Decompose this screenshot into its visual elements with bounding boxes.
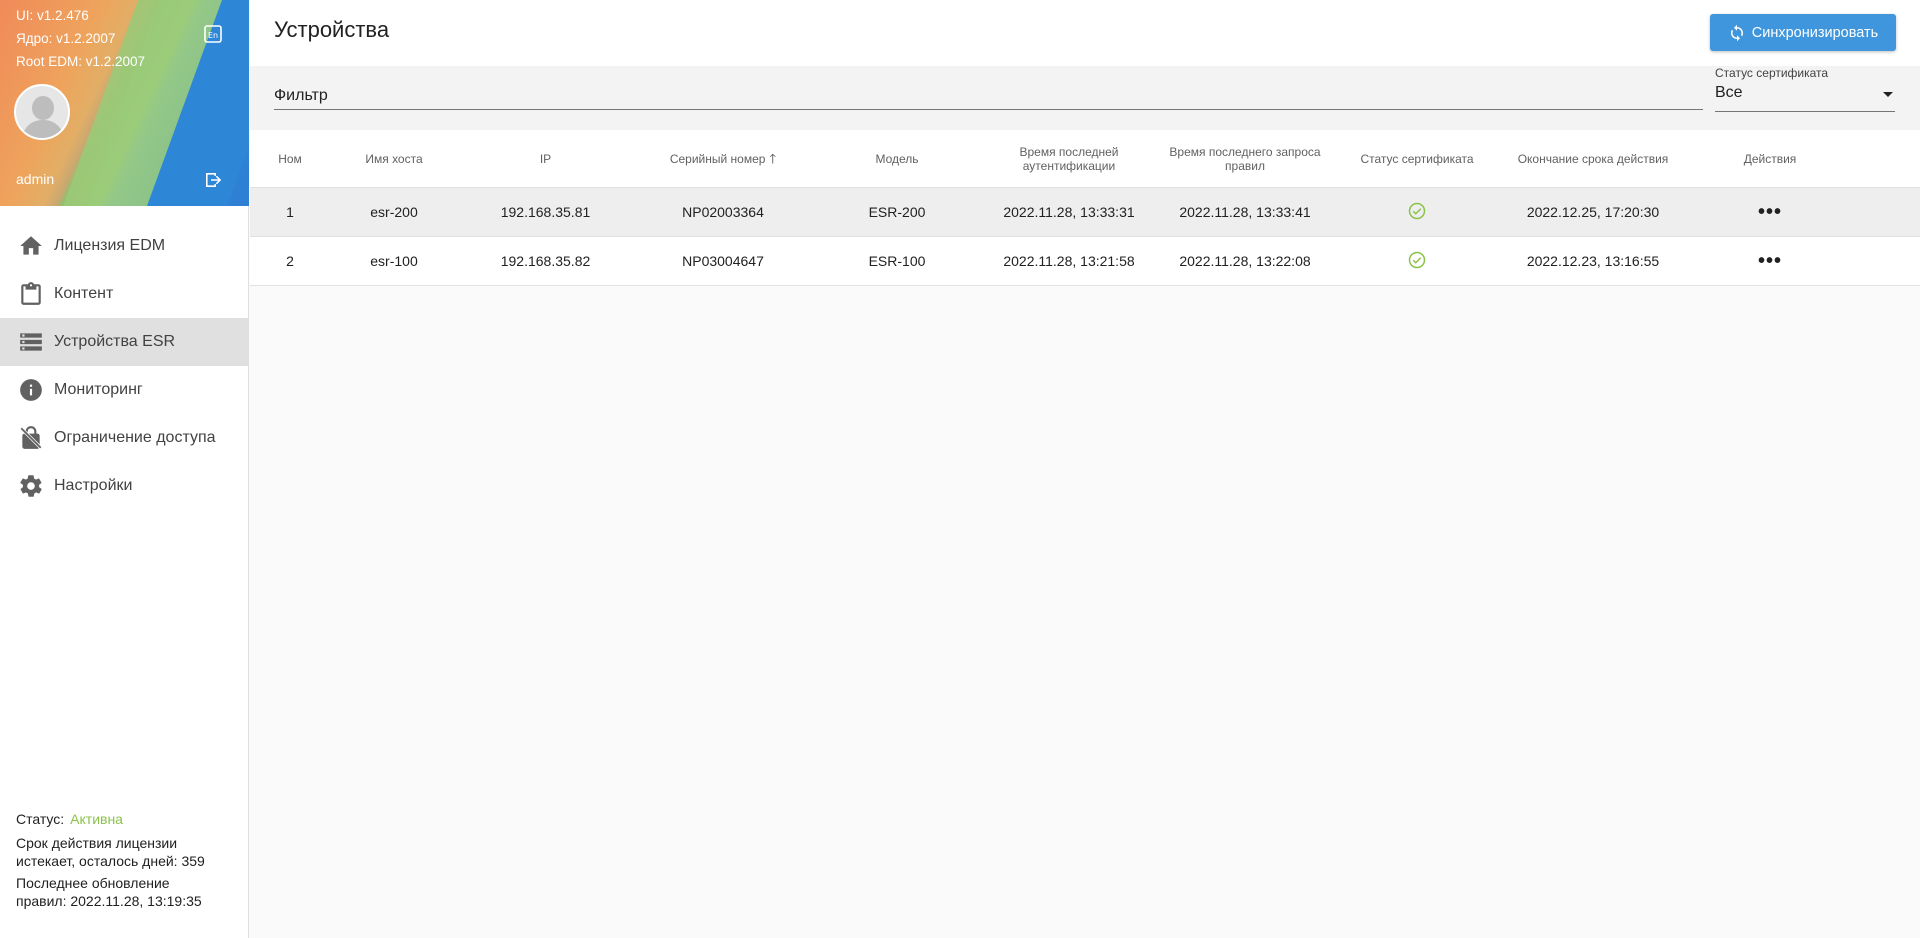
sync-button-label: Синхронизировать bbox=[1751, 24, 1879, 41]
version-info: UI: v1.2.476 Ядро: v1.2.2007 Root EDM: v… bbox=[16, 4, 145, 73]
sync-button[interactable]: Синхронизировать bbox=[1710, 14, 1896, 51]
cell-serial: NP03004647 bbox=[682, 253, 764, 269]
status-label: Статус: bbox=[16, 811, 65, 827]
license-expiry-line1: Срок действия лицензии bbox=[16, 835, 178, 851]
gear-icon bbox=[18, 473, 44, 499]
cell-last-auth: 2022.11.28, 13:33:31 bbox=[1003, 204, 1135, 220]
chevron-down-icon bbox=[1883, 92, 1893, 97]
sidebar-item-monitoring[interactable]: Мониторинг bbox=[0, 366, 249, 414]
cell-serial: NP02003364 bbox=[682, 204, 764, 220]
cell-ip: 192.168.35.82 bbox=[500, 253, 591, 269]
sidebar-item-content[interactable]: Контент bbox=[0, 270, 249, 318]
column-header-actions: Действия bbox=[1743, 151, 1797, 166]
column-header-serial-label: Серийный номер bbox=[669, 151, 766, 166]
sidebar-header: UI: v1.2.476 Ядро: v1.2.2007 Root EDM: v… bbox=[0, 0, 249, 206]
column-header-last-auth-line2: аутентификации bbox=[1022, 158, 1116, 173]
language-icon[interactable]: En bbox=[203, 24, 223, 44]
table-row[interactable]: 1 esr-200 192.168.35.81 NP02003364 ESR-2… bbox=[250, 188, 1920, 237]
column-header-last-auth-line1: Время последней bbox=[1019, 144, 1119, 159]
status-badge: Активна bbox=[70, 811, 123, 827]
column-header-last-rules[interactable]: Время последнего запроса правил bbox=[1157, 130, 1333, 187]
column-header-expiry[interactable]: Окончание срока действия bbox=[1501, 130, 1685, 187]
sidebar-item-label: Настройки bbox=[54, 477, 133, 494]
column-header-last-rules-line1: Время последнего запроса bbox=[1169, 144, 1321, 159]
cell-cert-status bbox=[1333, 237, 1501, 285]
column-header-ip[interactable]: IP bbox=[458, 130, 633, 187]
sort-ascending-icon: 🡑 bbox=[769, 150, 777, 166]
more-actions-button[interactable]: ••• bbox=[1758, 202, 1782, 222]
home-icon bbox=[18, 233, 44, 259]
last-rules-update-line1: Последнее обновление bbox=[16, 875, 170, 891]
license-expiry: Срок действия лицензии истекает, осталос… bbox=[16, 834, 241, 870]
cell-cert-status bbox=[1333, 188, 1501, 236]
logout-icon[interactable] bbox=[203, 170, 223, 190]
cell-model: ESR-200 bbox=[868, 204, 926, 220]
svg-text:En: En bbox=[208, 31, 218, 40]
sidebar-item-label: Устройства ESR bbox=[54, 333, 176, 350]
column-header-last-rules-line2: правил bbox=[1225, 158, 1265, 173]
column-header-num[interactable]: Ном bbox=[250, 130, 330, 187]
license-status: Статус: Активна bbox=[16, 810, 241, 828]
sync-icon bbox=[1730, 24, 1743, 41]
check-circle-icon bbox=[1407, 201, 1427, 224]
cell-host: esr-100 bbox=[370, 253, 418, 269]
page-header: Устройства Синхронизировать bbox=[250, 0, 1920, 66]
cell-last-rules: 2022.11.28, 13:22:08 bbox=[1179, 253, 1311, 269]
cell-actions: ••• bbox=[1685, 188, 1855, 236]
table-header: Ном Имя хоста IP Серийный номер 🡑 Модель … bbox=[250, 130, 1920, 188]
sidebar-item-label: Ограничение доступа bbox=[54, 429, 216, 446]
sidebar-item-license-edm[interactable]: Лицензия EDM bbox=[0, 222, 249, 270]
main-content: Устройства Синхронизировать Статус серти… bbox=[250, 0, 1920, 938]
sidebar-menu: Лицензия EDM Контент Устройства ESR Мони… bbox=[0, 222, 249, 510]
sidebar-item-access-restriction[interactable]: Ограничение доступа bbox=[0, 414, 249, 462]
avatar bbox=[14, 84, 70, 140]
sidebar-item-esr-devices[interactable]: Устройства ESR bbox=[0, 318, 249, 366]
cell-model: ESR-100 bbox=[868, 253, 926, 269]
sidebar: UI: v1.2.476 Ядро: v1.2.2007 Root EDM: v… bbox=[0, 0, 249, 938]
cell-host: esr-200 bbox=[370, 204, 418, 220]
column-header-host[interactable]: Имя хоста bbox=[330, 130, 458, 187]
cell-num: 1 bbox=[286, 204, 294, 220]
cell-actions: ••• bbox=[1685, 237, 1855, 285]
last-rules-update: Последнее обновление правил: 2022.11.28,… bbox=[16, 874, 241, 910]
license-expiry-line2: истекает, осталось дней: 359 bbox=[16, 853, 205, 869]
page-title: Устройства bbox=[274, 17, 390, 42]
device-list-icon bbox=[18, 329, 44, 355]
root-edm-version: Root EDM: v1.2.2007 bbox=[16, 54, 146, 69]
filter-input[interactable] bbox=[274, 84, 1703, 108]
cell-expiry: 2022.12.23, 13:16:55 bbox=[1526, 253, 1660, 269]
column-header-last-auth[interactable]: Время последней аутентификации bbox=[981, 130, 1157, 187]
cert-status-select-label: Статус сертификата bbox=[1715, 66, 1829, 80]
clipboard-icon bbox=[18, 281, 44, 307]
column-header-model[interactable]: Модель bbox=[813, 130, 981, 187]
lock-icon bbox=[18, 425, 44, 451]
cell-last-auth: 2022.11.28, 13:21:58 bbox=[1003, 253, 1135, 269]
column-header-serial[interactable]: Серийный номер 🡑 bbox=[633, 130, 813, 187]
core-version: Ядро: v1.2.2007 bbox=[16, 31, 116, 46]
filter-bar: Статус сертификата Все bbox=[250, 66, 1920, 130]
info-icon bbox=[18, 377, 44, 403]
filter-field bbox=[274, 84, 1703, 110]
username: admin bbox=[16, 171, 55, 187]
check-circle-icon bbox=[1407, 250, 1427, 273]
sidebar-item-label: Контент bbox=[54, 285, 114, 302]
cell-expiry: 2022.12.25, 17:20:30 bbox=[1526, 204, 1660, 220]
cert-status-select[interactable]: Статус сертификата Все bbox=[1715, 66, 1895, 112]
devices-table: Ном Имя хоста IP Серийный номер 🡑 Модель … bbox=[250, 130, 1920, 286]
column-header-cert-status[interactable]: Статус сертификата bbox=[1333, 130, 1501, 187]
table-row[interactable]: 2 esr-100 192.168.35.82 NP03004647 ESR-1… bbox=[250, 237, 1920, 286]
last-rules-update-line2: правил: 2022.11.28, 13:19:35 bbox=[16, 893, 202, 909]
sidebar-item-label: Лицензия EDM bbox=[54, 237, 166, 254]
cert-status-select-value: Все bbox=[1715, 84, 1743, 101]
cell-ip: 192.168.35.81 bbox=[500, 204, 591, 220]
more-actions-button[interactable]: ••• bbox=[1758, 251, 1782, 271]
cell-num: 2 bbox=[286, 253, 294, 269]
cell-last-rules: 2022.11.28, 13:33:41 bbox=[1179, 204, 1311, 220]
license-info: Статус: Активна Срок действия лицензии ис… bbox=[16, 810, 241, 914]
ui-version: UI: v1.2.476 bbox=[16, 8, 89, 23]
sidebar-item-settings[interactable]: Настройки bbox=[0, 462, 249, 510]
sidebar-item-label: Мониторинг bbox=[54, 381, 143, 398]
